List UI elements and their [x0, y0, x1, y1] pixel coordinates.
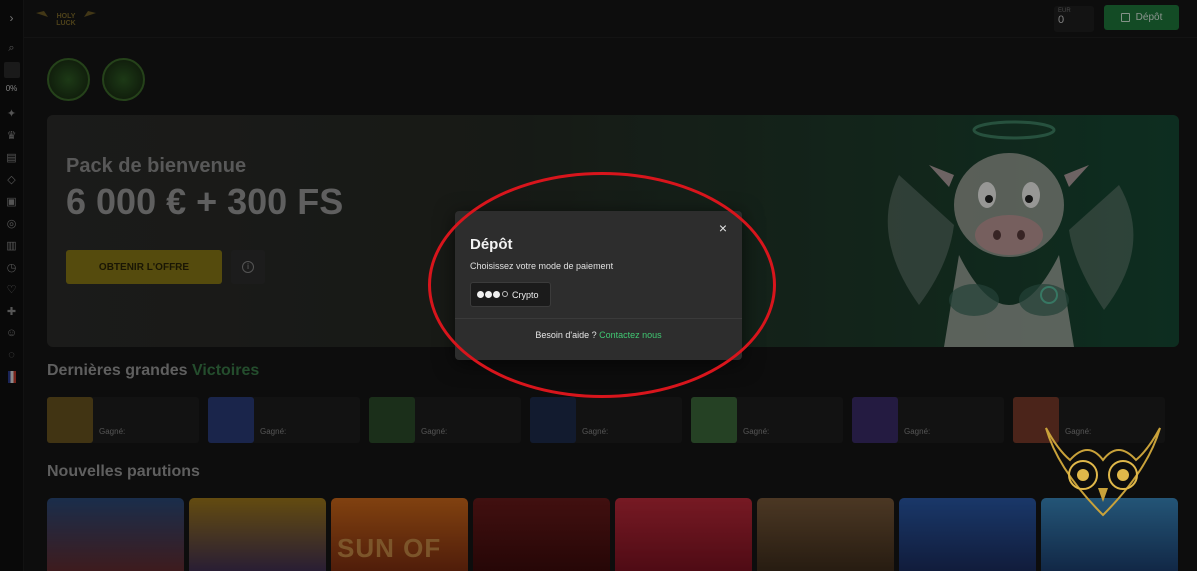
- wallet-icon: [1120, 13, 1130, 22]
- win-card[interactable]: Gagné:: [208, 397, 360, 443]
- game-tile[interactable]: [473, 498, 610, 571]
- win-game-thumbnail: [691, 397, 737, 443]
- sidebar-item-games[interactable]: [3, 62, 20, 78]
- payment-option-label: Crypto: [512, 289, 539, 300]
- brand-logo[interactable]: HOLY LUCK: [34, 9, 98, 27]
- win-game-thumbnail: [369, 397, 415, 443]
- svg-text:LUCK: LUCK: [56, 20, 75, 27]
- clock-icon[interactable]: ◷: [4, 259, 20, 275]
- story-bubble[interactable]: [47, 58, 90, 101]
- win-game-thumbnail: [530, 397, 576, 443]
- language-flag-icon[interactable]: [7, 371, 16, 383]
- win-amount-label: Gagné:: [582, 427, 609, 436]
- casino-page: › ⌕ 0% ✦ ♛ ▤ ◇ ▣ ◎ ▥ ◷ ♡ ✚ ☺ ◌ HOLY LUCK…: [0, 0, 1197, 571]
- modal-divider: [455, 318, 742, 319]
- gift-icon[interactable]: ▥: [4, 237, 20, 253]
- win-card[interactable]: Gagné:: [530, 397, 682, 443]
- win-game-thumbnail: [208, 397, 254, 443]
- recent-wins-title: Dernières grandes Victoires: [47, 362, 259, 380]
- get-offer-button[interactable]: OBTENIR L'OFFRE: [66, 250, 222, 284]
- payment-option-crypto[interactable]: Crypto: [470, 282, 551, 307]
- sports-icon[interactable]: ◎: [4, 215, 20, 231]
- book-icon[interactable]: ▤: [4, 149, 20, 165]
- sidebar-percent: 0%: [5, 84, 18, 93]
- win-amount-label: Gagné:: [743, 427, 770, 436]
- win-card[interactable]: Gagné:: [47, 397, 199, 443]
- close-icon[interactable]: ×: [716, 221, 730, 235]
- owl-watermark-logo: [1045, 427, 1161, 517]
- game-tile[interactable]: [757, 498, 894, 571]
- balance-display[interactable]: EUR 0: [1054, 6, 1094, 32]
- slot-icon[interactable]: ▣: [4, 193, 20, 209]
- win-card[interactable]: Gagné:: [691, 397, 843, 443]
- deposit-button[interactable]: Dépôt: [1104, 5, 1179, 30]
- puzzle-icon[interactable]: ✚: [4, 303, 20, 319]
- win-card[interactable]: Gagné:: [369, 397, 521, 443]
- offer-info-button[interactable]: i: [231, 250, 265, 284]
- game-tile[interactable]: [47, 498, 184, 571]
- win-game-thumbnail: [47, 397, 93, 443]
- win-amount-label: Gagné:: [260, 427, 287, 436]
- new-releases-title: Nouvelles parutions: [47, 463, 200, 480]
- cow-mascot-illustration: [887, 120, 1134, 347]
- sidebar: › ⌕ 0% ✦ ♛ ▤ ◇ ▣ ◎ ▥ ◷ ♡ ✚ ☺ ◌: [0, 0, 24, 571]
- game-tile[interactable]: SUN OF: [331, 498, 468, 571]
- recent-wins-title-accent: Victoires: [191, 362, 260, 379]
- win-amount-label: Gagné:: [421, 427, 448, 436]
- recent-wins-title-text: Dernières grandes: [47, 362, 188, 379]
- megaphone-icon[interactable]: ✦: [4, 105, 20, 121]
- deposit-modal: × Dépôt Choisissez votre mode de paiemen…: [455, 211, 742, 360]
- banner-subtitle: Pack de bienvenue: [66, 155, 247, 177]
- diamond-icon[interactable]: ◇: [4, 171, 20, 187]
- win-card[interactable]: Gagné:: [852, 397, 1004, 443]
- modal-help: Besoin d'aide ? Contactez nous: [455, 330, 742, 340]
- modal-title: Dépôt: [470, 236, 513, 253]
- recent-wins-row: Gagné: Gagné: Gagné: Gagné: Gagné: Gagné: Gagn…: [47, 397, 1197, 443]
- game-tile-title: SUN OF: [337, 533, 442, 563]
- win-amount-label: Gagné:: [904, 427, 931, 436]
- crown-icon[interactable]: ♛: [4, 127, 20, 143]
- sidebar-expand-icon[interactable]: ›: [4, 10, 20, 26]
- search-icon[interactable]: ⌕: [4, 40, 20, 56]
- story-bubble[interactable]: [102, 58, 145, 101]
- game-tile[interactable]: [899, 498, 1036, 571]
- game-tile[interactable]: [189, 498, 326, 571]
- deposit-button-label: Dépôt: [1135, 12, 1163, 23]
- win-game-thumbnail: [852, 397, 898, 443]
- svg-text:HOLY: HOLY: [57, 13, 76, 20]
- support-icon[interactable]: ☺: [4, 325, 20, 341]
- contact-link[interactable]: Contactez nous: [599, 330, 662, 340]
- balance-value: 0: [1058, 14, 1065, 26]
- crypto-logos-icon: [477, 291, 508, 298]
- win-amount-label: Gagné:: [99, 427, 126, 436]
- topbar: HOLY LUCK EUR 0 Dépôt: [24, 0, 1197, 38]
- info-icon: i: [242, 261, 254, 273]
- help-text: Besoin d'aide ?: [535, 330, 597, 340]
- banner-title: 6 000 € + 300 FS: [66, 181, 344, 222]
- heart-icon[interactable]: ♡: [4, 281, 20, 297]
- chat-icon[interactable]: ◌: [4, 347, 20, 363]
- game-tile[interactable]: [615, 498, 752, 571]
- modal-subtitle: Choisissez votre mode de paiement: [470, 261, 614, 271]
